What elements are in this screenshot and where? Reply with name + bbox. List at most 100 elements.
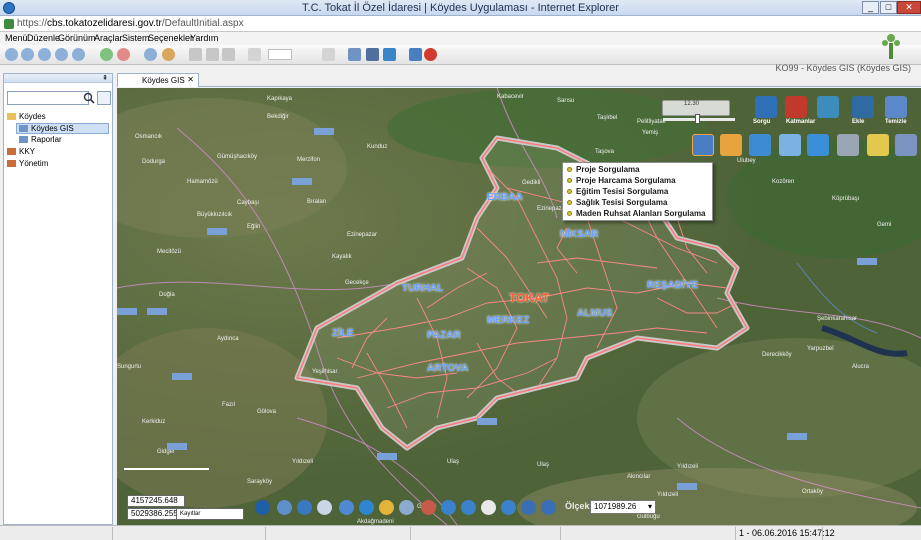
menu-item-proje-harcama[interactable]: Proje Harcama Sorgulama [563, 175, 714, 186]
chevron-down-icon[interactable]: ▾ [648, 501, 652, 513]
camera-tool-icon[interactable] [852, 96, 874, 118]
svg-text:Derecikköy: Derecikköy [762, 352, 792, 358]
tab-close-icon[interactable]: ✕ [187, 75, 194, 84]
previous-extent-icon[interactable] [521, 500, 536, 515]
tab-koydes-gis[interactable]: Köydes GIS ✕ [117, 73, 199, 87]
settings-tool-icon[interactable] [895, 134, 917, 156]
menu-item-yardim[interactable]: Yardım [190, 33, 218, 43]
window-icon[interactable] [366, 48, 379, 61]
maximize-button[interactable]: □ [880, 1, 897, 14]
add-layer-tool-icon[interactable] [817, 96, 839, 118]
layers-icon[interactable] [277, 500, 292, 515]
layers-tool-icon[interactable] [785, 96, 807, 118]
clear-selection-icon[interactable] [421, 500, 436, 515]
home-icon[interactable] [72, 48, 85, 61]
menu-item-sistem[interactable]: Sistem [122, 33, 150, 43]
export-icon[interactable] [383, 48, 396, 61]
document-icon[interactable] [189, 48, 202, 61]
cancel-icon[interactable] [117, 48, 130, 61]
close-window-button[interactable]: ✕ [897, 1, 921, 14]
menu-item-maden-ruhsat[interactable]: Maden Ruhsat Alanları Sorgulama [563, 208, 714, 219]
district-label: ARTOVA [427, 363, 469, 374]
url-text[interactable]: https://cbs.tokatozelidaresi.gov.tr/Defa… [17, 18, 244, 29]
query-menu-tool-icon[interactable] [692, 134, 714, 156]
svg-text:Ortaköy: Ortaköy [802, 489, 823, 495]
status-bar: 1 - 06.06.2016 15:47:12 [0, 525, 921, 540]
menu-item-gorunum[interactable]: Görünüm [58, 33, 96, 43]
tool-label: Temizle [885, 119, 907, 125]
clear-tool-icon[interactable] [885, 96, 907, 118]
accept-icon[interactable] [100, 48, 113, 61]
next-extent-icon[interactable] [541, 500, 556, 515]
svg-text:Bıralan: Bıralan [307, 199, 326, 205]
last-page-icon[interactable] [322, 48, 335, 61]
svg-text:Bekdiğir: Bekdiğir [267, 114, 289, 120]
upload-tool-icon[interactable] [807, 134, 829, 156]
select-icon[interactable] [339, 500, 354, 515]
measure-icon[interactable] [399, 500, 414, 515]
svg-text:Ulaş: Ulaş [537, 462, 549, 468]
menu-item-egitim-tesisi[interactable]: Eğitim Tesisi Sorgulama [563, 186, 714, 197]
zoom-label: 12.30 [684, 101, 700, 107]
svg-text:Sarayköy: Sarayköy [247, 479, 272, 485]
svg-text:Fazıl: Fazıl [222, 402, 235, 408]
print-tool-icon[interactable] [837, 134, 859, 156]
search-icon[interactable] [83, 92, 95, 104]
export-tool-icon[interactable] [779, 134, 801, 156]
tree-item-kky[interactable]: KKY [7, 147, 35, 156]
page-number-input[interactable] [268, 49, 292, 60]
globe-icon[interactable] [359, 500, 374, 515]
globe-yellow-icon[interactable] [379, 500, 394, 515]
tree-item-yonetim[interactable]: Yönetim [7, 159, 48, 168]
district-label: TURHAL [402, 283, 444, 294]
help-icon[interactable] [409, 48, 422, 61]
tree-item-koydes[interactable]: Köydes [7, 112, 46, 121]
forward-icon[interactable] [21, 48, 34, 61]
menu-item-saglik-tesisi[interactable]: Sağlık Tesisi Sorgulama [563, 197, 714, 208]
lock-icon[interactable] [162, 48, 175, 61]
add-icon[interactable] [144, 48, 157, 61]
info-icon[interactable] [255, 500, 270, 515]
filter-button[interactable] [97, 91, 111, 105]
back-icon[interactable] [5, 48, 18, 61]
bulb-tool-icon[interactable] [867, 134, 889, 156]
svg-text:Ezinepazar: Ezinepazar [347, 232, 377, 238]
svg-text:Mecitözü: Mecitözü [157, 249, 181, 255]
first-page-icon[interactable] [248, 48, 261, 61]
folder-icon [7, 113, 16, 120]
document-icon[interactable] [317, 500, 332, 515]
table-icon[interactable] [297, 500, 312, 515]
sidebar-search-input[interactable] [7, 91, 89, 105]
menu-item-proje-sorgulama[interactable]: Proje Sorgulama [563, 164, 714, 175]
power-icon[interactable] [424, 48, 437, 61]
print-icon[interactable] [222, 48, 235, 61]
secure-lock-icon [4, 19, 14, 29]
address-bar[interactable]: https://cbs.tokatozelidaresi.gov.tr/Defa… [0, 16, 921, 32]
tree-item-koydes-gis[interactable]: Köydes GIS [16, 123, 109, 134]
menu-item-araclar[interactable]: Araçlar [94, 33, 123, 43]
toolbar [0, 45, 921, 65]
full-extent-icon[interactable] [501, 500, 516, 515]
city-label: TOKAT [509, 291, 550, 305]
menu-item-duzenle[interactable]: Düzenle [27, 33, 60, 43]
menu-item-menu[interactable]: Menü [5, 33, 28, 43]
pin-icon[interactable]: ⇞ [102, 74, 108, 82]
pan-hand-icon[interactable] [481, 500, 496, 515]
map-canvas[interactable]: Kapıkaya Kabacevir Sarısu Bekdiğir Kunduz Os… [117, 88, 921, 525]
measure-tool-icon[interactable] [720, 134, 742, 156]
save-icon[interactable] [206, 48, 219, 61]
tokat-logo [882, 34, 900, 59]
query-tool-icon[interactable] [755, 96, 777, 118]
zoom-slider-handle[interactable] [695, 114, 700, 124]
minimize-button[interactable]: _ [862, 1, 879, 14]
draw-tool-icon[interactable] [749, 134, 771, 156]
zoom-in-icon[interactable] [441, 500, 456, 515]
tree-item-raporlar[interactable]: Raporlar [19, 135, 62, 144]
stop-icon[interactable] [55, 48, 68, 61]
menu-item-secenekler[interactable]: Seçenekler [148, 33, 193, 43]
scale-input[interactable]: 1071989.26 ▾ [590, 500, 656, 514]
windows-icon[interactable] [348, 48, 361, 61]
svg-text:Yıldızeli: Yıldızeli [657, 492, 678, 498]
refresh-icon[interactable] [38, 48, 51, 61]
zoom-out-icon[interactable] [461, 500, 476, 515]
